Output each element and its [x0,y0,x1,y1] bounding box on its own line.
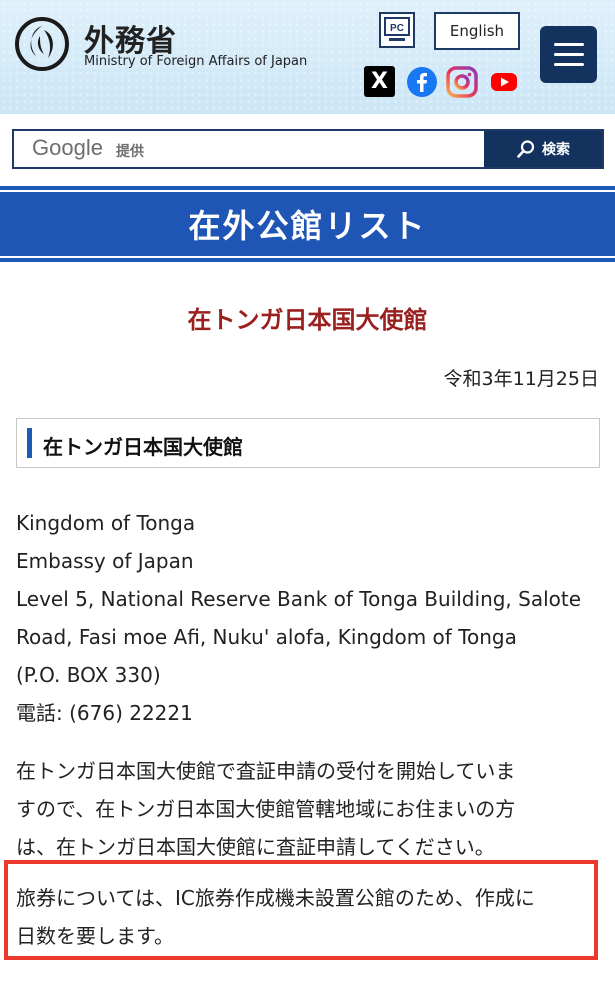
menu-line-icon [553,53,584,56]
instagram-icon[interactable] [446,66,478,98]
page-title: 在トンガ日本国大使館 [187,306,428,334]
embassy-address: Kingdom of Tonga Embassy of Japan Level … [16,504,606,732]
menu-line-icon [553,63,584,66]
pc-monitor-icon: PC [384,17,410,41]
address-line: Road, Fasi moe Afi, Nuku' alofa, Kingdom… [16,625,517,649]
section-heading: 在トンガ日本国大使館 [16,418,600,468]
ministry-name-en[interactable]: Ministry of Foreign Affairs of Japan [84,54,307,69]
visa-notice: 在トンガ日本国大使館で査証申請の受付を開始していま すので、在トンガ日本国大使館… [16,752,606,866]
search-bar: Google 提供 検索 [12,129,604,169]
passport-note-line: 日数を要します。 [16,924,174,948]
notice-line: 在トンガ日本国大使館で査証申請の受付を開始していま [16,759,516,783]
address-line: Embassy of Japan [16,549,194,573]
section-heading-text: 在トンガ日本国大使館 [43,435,243,459]
pc-label: PC [390,23,404,34]
facebook-icon[interactable] [406,66,438,98]
x-icon[interactable]: X [364,66,395,97]
address-line: Level 5, National Reserve Bank of Tonga … [16,587,582,611]
section-banner: 在外公館リスト [0,192,615,256]
notice-line: すので、在トンガ日本国大使館管轄地域にお住まいの方 [16,797,516,821]
section-heading-accent [27,428,32,458]
phone-line: 電話: (676) 22221 [16,701,193,725]
search-button-label: 検索 [542,142,570,158]
passport-note: 旅券については、IC旅券作成機未設置公館のため、作成に 日数を要します。 [16,879,601,955]
menu-line-icon [553,43,584,46]
search-input[interactable] [14,131,484,167]
pc-view-button[interactable]: PC [379,12,415,48]
youtube-icon[interactable] [488,66,520,98]
site-header: 外務省 Ministry of Foreign Affairs of Japan… [0,0,615,114]
mofa-logo-icon[interactable] [14,16,70,72]
passport-note-line: 旅券については、IC旅券作成機未設置公館のため、作成に [16,886,535,910]
address-line: (P.O. BOX 330) [16,663,161,687]
search-icon [517,140,535,158]
english-button[interactable]: English [434,12,520,50]
address-line: Kingdom of Tonga [16,511,196,535]
search-button[interactable]: 検索 [484,131,602,167]
banner-top-line [0,186,615,190]
banner-bottom-line [0,258,615,262]
hamburger-menu-button[interactable] [540,26,597,83]
publish-date: 令和3年11月25日 [443,368,599,390]
